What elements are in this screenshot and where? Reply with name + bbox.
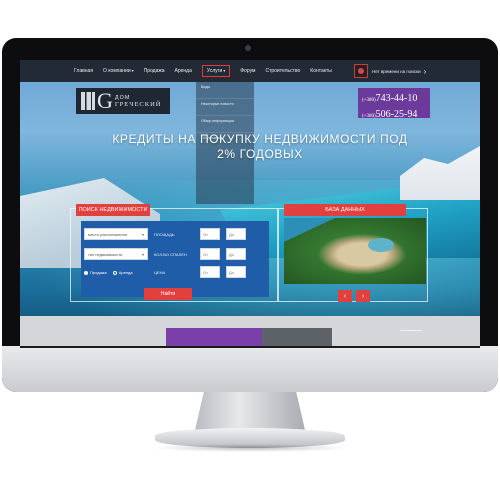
phone-code: (+380) xyxy=(362,114,376,119)
phone-2[interactable]: (+380)506-25-94 xyxy=(362,107,426,123)
phone-number: 743-44-10 xyxy=(375,93,418,104)
wave-decoration: ﹏﹏﹏ xyxy=(400,323,422,332)
gray-tab[interactable] xyxy=(262,328,332,346)
radio-sale[interactable] xyxy=(84,270,88,275)
location-select-value: место расположения xyxy=(88,231,127,237)
main-nav: Главная О компании▾ Продажа Аренда Услуг… xyxy=(20,60,480,82)
price-to-field[interactable]: До xyxy=(226,266,246,278)
nav-item-forum[interactable]: Форум xyxy=(240,68,255,74)
nav-item-rent[interactable]: Аренда xyxy=(175,68,192,74)
search-panel-title: ПОИСК НЕДВИЖИМОСТИ xyxy=(76,204,150,216)
nav-item-services[interactable]: Услуги▾ xyxy=(201,65,231,77)
photo-lagoon xyxy=(368,238,394,252)
purple-tab[interactable] xyxy=(166,328,262,346)
screen-edge xyxy=(20,346,480,348)
rooms-to-field[interactable]: До xyxy=(226,248,246,260)
search-icon xyxy=(358,68,364,74)
radio-sale-label: Продажа xyxy=(90,270,107,275)
nav-item-about[interactable]: О компании▾ xyxy=(103,68,134,74)
area-from-placeholder: От xyxy=(203,231,208,237)
hero-headline: КРЕДИТЫ НА ПОКУПКУ НЕДВИЖИМОСТИ ПОД 2% Г… xyxy=(112,132,408,161)
find-button[interactable]: Найти xyxy=(144,288,192,300)
site-logo[interactable]: G ДОМ ГРЕЧЕСКИЙ xyxy=(76,88,170,114)
radio-rent[interactable] xyxy=(112,270,117,275)
rooms-label: КОЛ-ВО СПАЛЕН xyxy=(154,252,187,257)
nav-item-home[interactable]: Главная xyxy=(74,68,93,74)
area-to-placeholder: До xyxy=(229,231,234,237)
next-button[interactable]: › xyxy=(356,290,370,302)
price-label: ЦЕНА xyxy=(154,270,166,275)
type-select-value: тип недвижимости xyxy=(88,251,123,257)
chevron-down-icon: ▾ xyxy=(141,231,144,237)
chevron-left-icon: ‹ xyxy=(343,292,347,300)
monitor-chin xyxy=(2,346,498,392)
prev-button[interactable]: ‹ xyxy=(338,290,352,302)
dropdown-item[interactable]: Некоторые новости xyxy=(196,98,254,109)
phone-box: (+380)743-44-10 (+380)506-25-94 xyxy=(358,88,430,120)
price-from-placeholder: От xyxy=(203,269,208,275)
rooms-to-placeholder: До xyxy=(229,251,234,257)
deal-type-radios: Продажа Аренда xyxy=(84,270,139,275)
columns-icon xyxy=(81,92,95,110)
search-button[interactable] xyxy=(354,64,368,78)
phone-number: 506-25-94 xyxy=(375,109,418,120)
area-to-field[interactable]: До xyxy=(226,228,246,240)
hero-villa xyxy=(400,146,480,200)
type-select[interactable]: тип недвижимости ▾ xyxy=(84,248,148,260)
nav-quick-search[interactable]: Нет времени на поиски › xyxy=(354,63,426,79)
chevron-right-icon: › xyxy=(423,66,427,76)
chevron-down-icon: ▾ xyxy=(131,68,134,73)
database-title: БАЗА ДАННЫХ xyxy=(284,204,406,216)
chevron-down-icon: ▾ xyxy=(141,251,144,257)
nav-item-construction[interactable]: Строительство xyxy=(265,68,300,74)
dropdown-item[interactable]: Виды xyxy=(196,82,254,92)
rooms-from-field[interactable]: От xyxy=(200,248,220,260)
nav-item-services-label: Услуги xyxy=(206,68,223,74)
logo-letter: G xyxy=(97,88,113,113)
dropdown-item[interactable]: Обзор информации xyxy=(196,115,254,126)
area-from-field[interactable]: От xyxy=(200,228,220,240)
area-label: ПЛОЩАДЬ xyxy=(154,232,175,237)
logo-text: ДОМ ГРЕЧЕСКИЙ xyxy=(115,95,162,108)
rooms-from-placeholder: От xyxy=(203,251,208,257)
chevron-right-icon: › xyxy=(361,292,365,300)
nav-item-sale[interactable]: Продажа xyxy=(144,68,165,74)
phone-code: (+380) xyxy=(362,98,376,103)
location-select[interactable]: место расположения ▾ xyxy=(84,228,148,240)
monitor-stand xyxy=(195,392,305,430)
database-photo[interactable] xyxy=(284,218,426,284)
radio-rent-label: Аренда xyxy=(118,270,133,275)
nav-search-text: Нет времени на поиски xyxy=(372,68,421,74)
price-from-field[interactable]: От xyxy=(200,266,220,278)
photo-sea xyxy=(284,218,426,284)
price-to-placeholder: До xyxy=(229,269,234,275)
camera-icon xyxy=(245,45,251,51)
nav-item-about-label: О компании xyxy=(103,68,131,74)
phone-1[interactable]: (+380)743-44-10 xyxy=(362,91,426,107)
logo-line2: ГРЕЧЕСКИЙ xyxy=(114,100,162,108)
nav-item-contacts[interactable]: Контакты xyxy=(310,68,332,74)
stand-shadow xyxy=(150,444,350,452)
chevron-down-icon: ▾ xyxy=(223,68,226,73)
website-screen: Главная О компании▾ Продажа Аренда Услуг… xyxy=(20,60,480,346)
